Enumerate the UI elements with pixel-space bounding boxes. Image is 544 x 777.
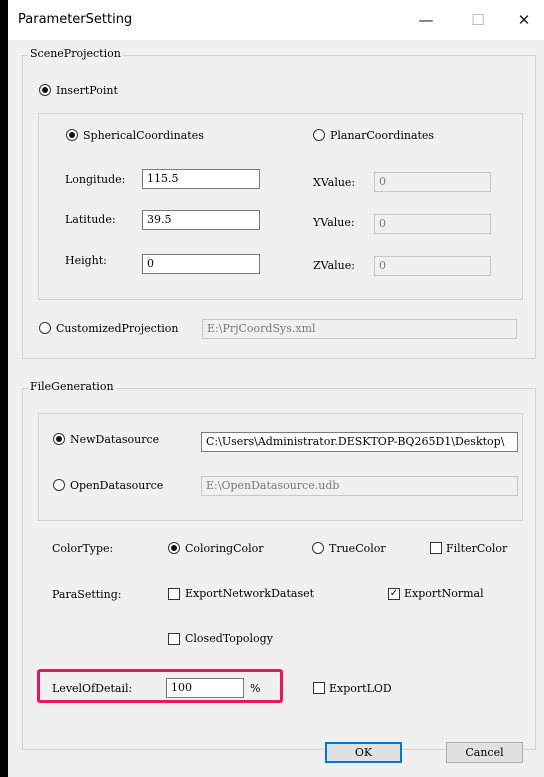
title-bar: ParameterSetting — ☐ ✕: [8, 0, 544, 40]
true-color-label[interactable]: TrueColor: [329, 542, 386, 555]
height-label: Height:: [65, 254, 107, 267]
new-datasource-radio[interactable]: [53, 433, 65, 445]
export-lod-label[interactable]: ExportLOD: [329, 682, 392, 695]
zvalue-input: 0: [374, 256, 491, 276]
scene-projection-label: SceneProjection: [28, 47, 123, 60]
filter-color-checkbox[interactable]: [430, 542, 442, 554]
open-datasource-label[interactable]: OpenDatasource: [70, 479, 163, 492]
filter-color-label[interactable]: FilterColor: [446, 542, 507, 555]
xvalue-label: XValue:: [313, 176, 356, 189]
export-network-checkbox[interactable]: [168, 588, 180, 600]
export-network-label[interactable]: ExportNetworkDataset: [185, 587, 314, 600]
customized-projection-label[interactable]: CustomizedProjection: [56, 322, 179, 335]
planar-coordinates-label[interactable]: PlanarCoordinates: [330, 129, 434, 142]
color-type-label: ColorType:: [52, 542, 114, 555]
export-normal-checkbox[interactable]: ✓: [388, 588, 400, 600]
closed-topology-checkbox[interactable]: [168, 633, 180, 645]
ok-button[interactable]: OK: [325, 742, 402, 763]
planar-coordinates-radio[interactable]: [313, 129, 325, 141]
coloring-color-radio[interactable]: [168, 542, 180, 554]
customized-projection-radio[interactable]: [39, 322, 51, 334]
minimize-icon[interactable]: —: [406, 8, 446, 32]
true-color-radio[interactable]: [312, 542, 324, 554]
yvalue-label: YValue:: [313, 216, 355, 229]
datasource-box: [38, 413, 523, 521]
file-generation-label: FileGeneration: [28, 380, 116, 393]
xvalue-input: 0: [374, 172, 491, 192]
export-lod-checkbox[interactable]: [313, 682, 325, 694]
longitude-input[interactable]: 115.5: [142, 169, 260, 189]
height-input[interactable]: 0: [142, 254, 260, 274]
zvalue-label: ZValue:: [313, 259, 355, 272]
longitude-label: Longitude:: [65, 173, 126, 186]
parameter-setting-dialog: ParameterSetting — ☐ ✕ SceneProjection I…: [8, 0, 544, 777]
para-setting-label: ParaSetting:: [52, 588, 122, 601]
closed-topology-label[interactable]: ClosedTopology: [185, 632, 273, 645]
open-datasource-input: E:\OpenDatasource.udb: [201, 476, 518, 496]
maximize-icon[interactable]: ☐: [458, 8, 498, 32]
spherical-coordinates-label[interactable]: SphericalCoordinates: [83, 129, 204, 142]
latitude-label: Latitude:: [65, 213, 116, 226]
open-datasource-radio[interactable]: [53, 479, 65, 491]
highlight-box: [37, 669, 283, 703]
window-title: ParameterSetting: [18, 12, 133, 27]
latitude-input[interactable]: 39.5: [142, 210, 260, 230]
spherical-coordinates-radio[interactable]: [66, 129, 78, 141]
close-icon[interactable]: ✕: [504, 8, 544, 32]
new-datasource-label[interactable]: NewDatasource: [70, 433, 159, 446]
cancel-button[interactable]: Cancel: [446, 742, 523, 763]
coloring-color-label[interactable]: ColoringColor: [185, 542, 264, 555]
yvalue-input: 0: [374, 214, 491, 234]
insert-point-radio[interactable]: [39, 84, 51, 96]
new-datasource-input[interactable]: C:\Users\Administrator.DESKTOP-BQ265D1\D…: [201, 432, 518, 452]
customized-projection-input: E:\PrjCoordSys.xml: [202, 319, 517, 339]
export-normal-label[interactable]: ExportNormal: [404, 587, 484, 600]
insert-point-label[interactable]: InsertPoint: [56, 84, 118, 97]
